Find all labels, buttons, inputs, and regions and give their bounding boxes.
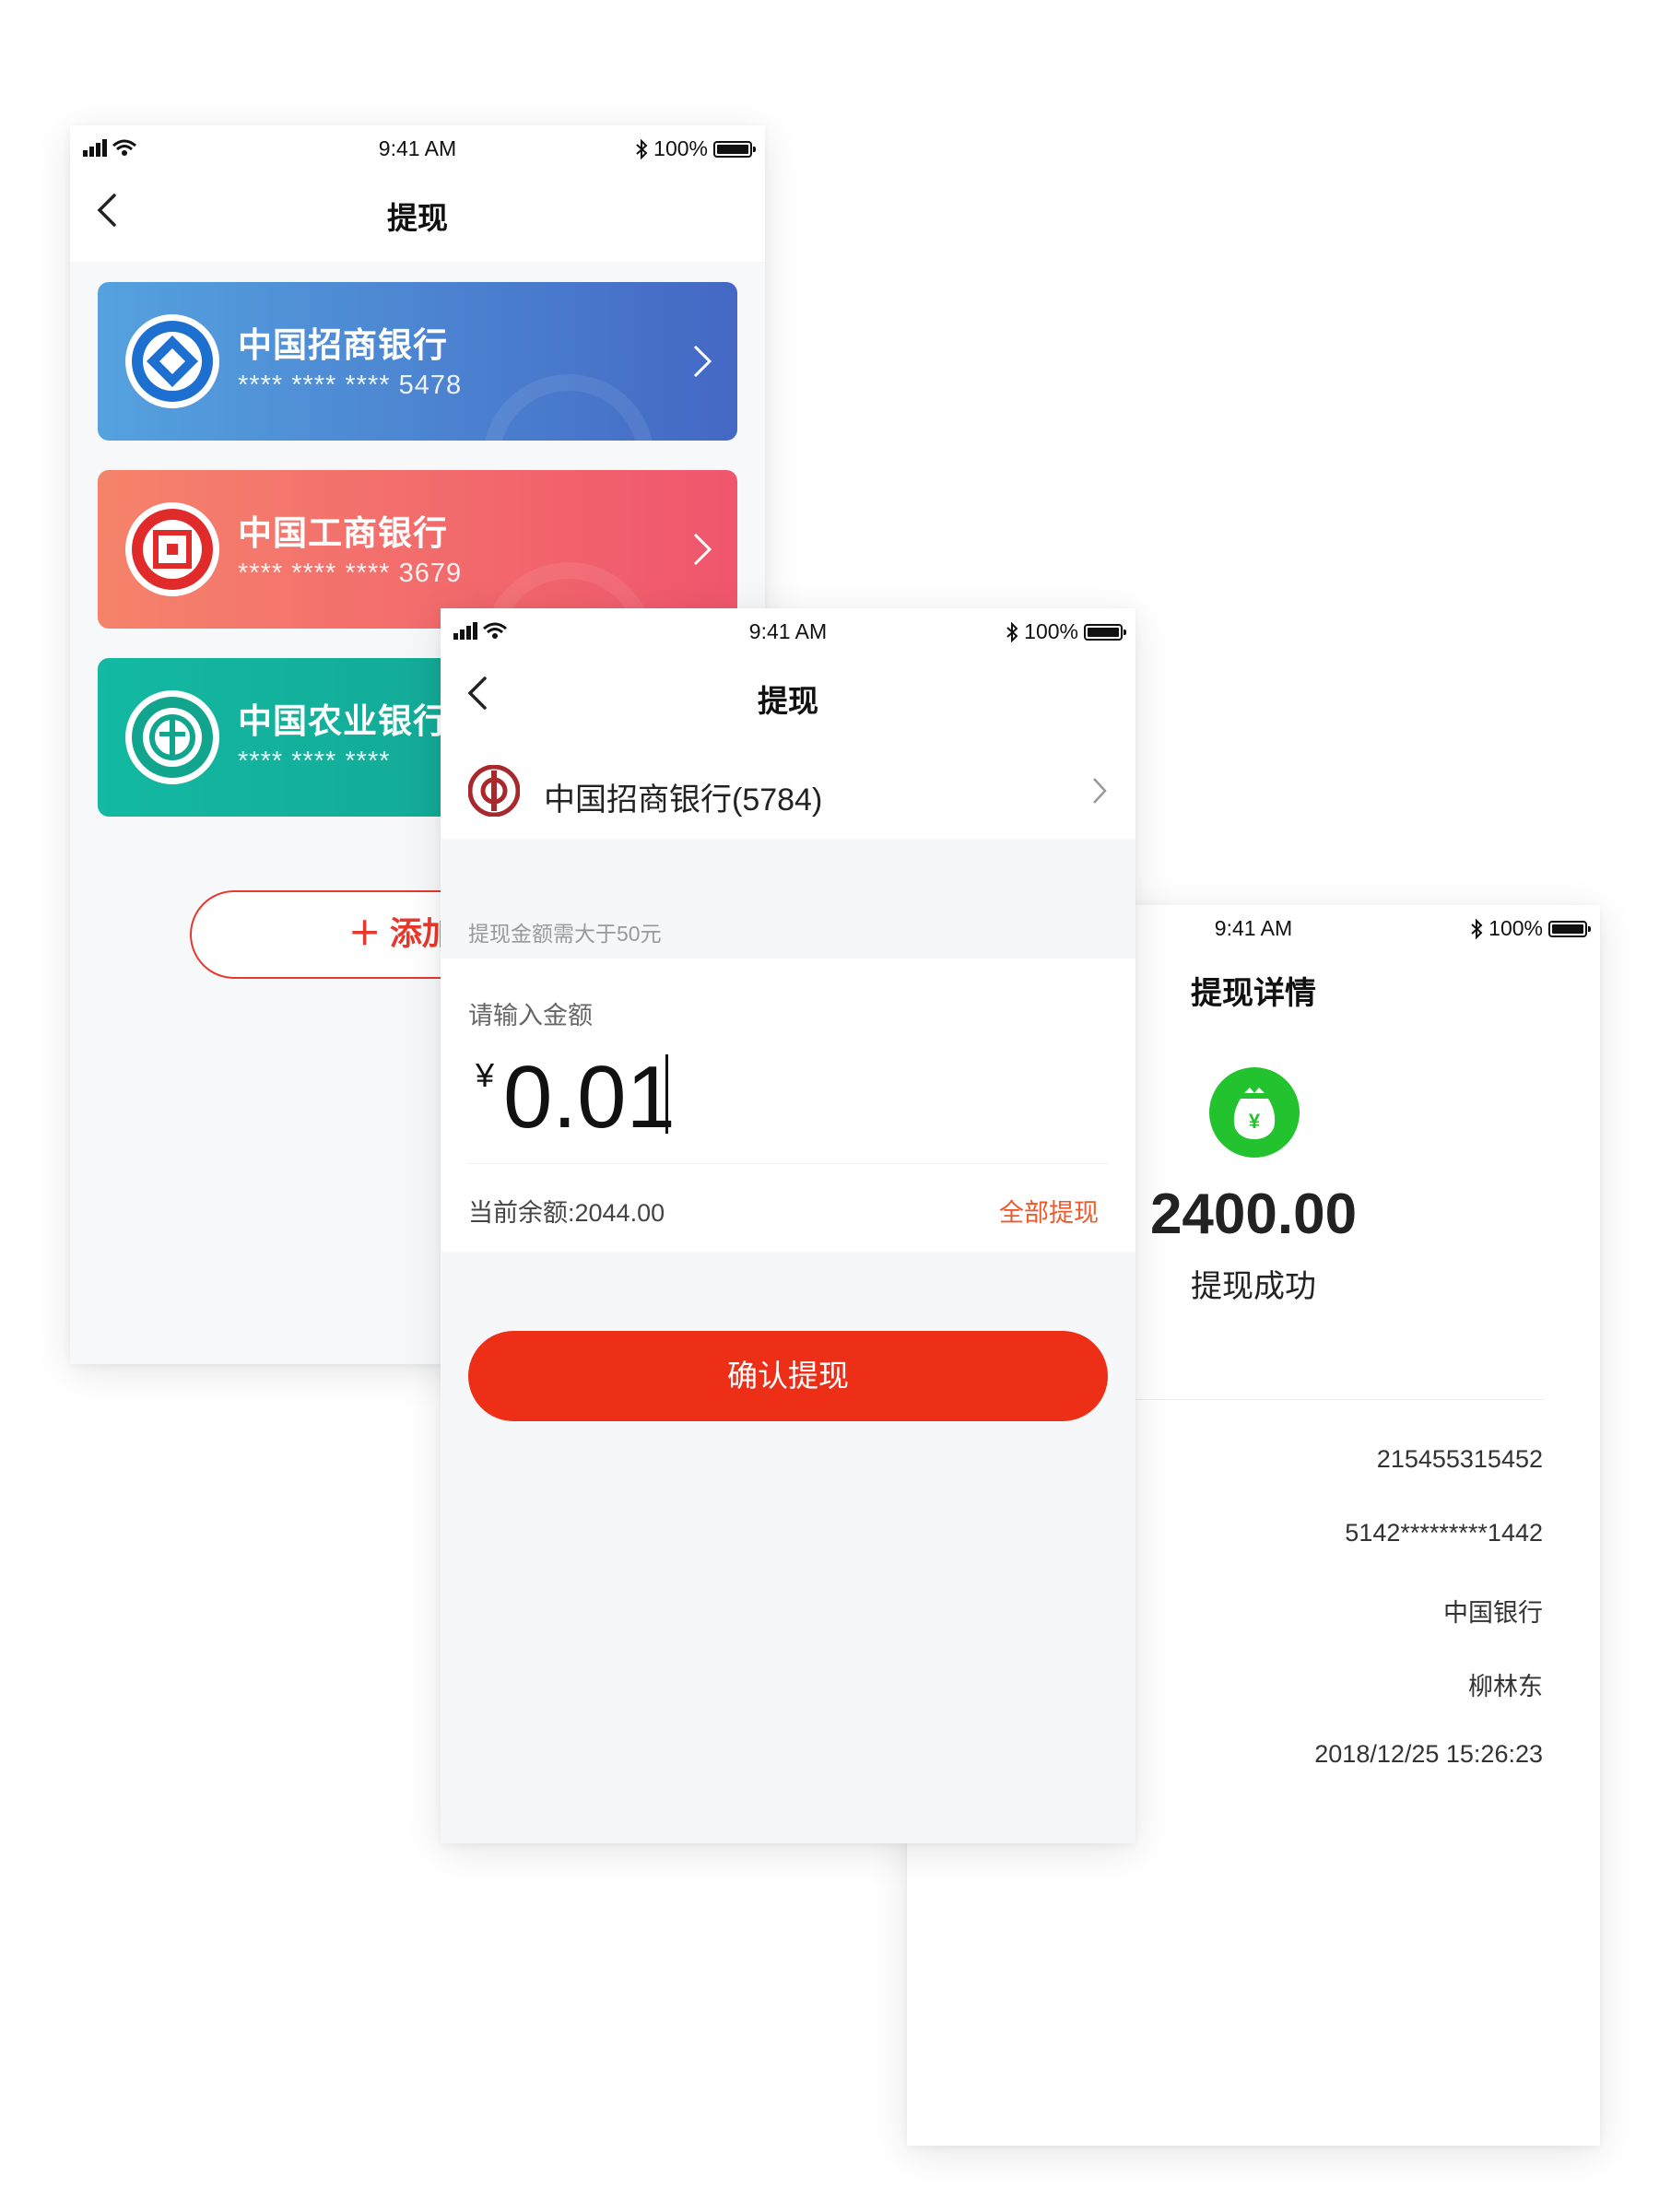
money-bag-icon: ¥ (1209, 1067, 1300, 1158)
abc-logo-icon (125, 690, 219, 784)
detail-order-number: 215455315452 (1376, 1445, 1543, 1473)
text-caret (665, 1054, 668, 1134)
cmb-logo-icon (125, 314, 219, 408)
currency-symbol: ¥ (476, 1056, 495, 1094)
battery-icon (713, 140, 756, 158)
detail-bank: 中国银行 (1443, 1599, 1543, 1627)
detail-time: 2018/12/25 15:26:23 (1314, 1740, 1543, 1768)
battery-icon (1548, 920, 1591, 937)
battery-percent: 100% (653, 136, 708, 160)
current-balance: 当前余额:2044.00 (468, 1199, 665, 1227)
confirm-withdraw-button[interactable]: 确认提现 (468, 1331, 1108, 1421)
amount-label: 请输入金额 (468, 1002, 593, 1030)
icbc-logo-icon (125, 502, 219, 596)
detail-card-number: 5142*********1442 (1345, 1519, 1543, 1547)
selected-bank-row[interactable]: 中国招商银行(5784) (441, 743, 1135, 839)
card-bank-name: 中国招商银行 (238, 326, 448, 364)
battery-icon (1084, 623, 1126, 641)
bluetooth-icon (1006, 621, 1018, 642)
nav-bar: 提现 (441, 653, 1135, 734)
chevron-right-icon (1093, 778, 1107, 804)
card-number: **** **** **** 3679 (238, 559, 463, 588)
card-number: **** **** **** 5478 (238, 371, 463, 400)
amount-input[interactable]: 0.01 (503, 1047, 676, 1148)
chevron-right-icon (693, 345, 712, 378)
card-watermark (483, 374, 654, 441)
amount-panel: 请输入金额 ¥ 0.01 当前余额:2044.00 全部提现 (441, 959, 1135, 1252)
bank-card-icbc[interactable]: 中国工商银行 **** **** **** 3679 (98, 470, 737, 629)
card-bank-name: 中国工商银行 (238, 514, 448, 552)
bank-card-cmb[interactable]: 中国招商银行 **** **** **** 5478 (98, 282, 737, 441)
status-bar: 9:41 AM 100% (70, 125, 765, 170)
battery-percent: 100% (1024, 619, 1078, 643)
selected-bank-name: 中国招商银行(5784) (544, 782, 823, 818)
svg-text:¥: ¥ (1249, 1110, 1261, 1133)
bluetooth-icon (636, 138, 648, 159)
withdraw-screen: 9:41 AM 100% 提现 中国招商银行(5784) 提现金额需大于50元 … (441, 608, 1135, 1843)
bank-logo-icon (468, 765, 520, 817)
plus-icon: ＋ (348, 916, 390, 952)
withdraw-all-link[interactable]: 全部提现 (999, 1193, 1099, 1229)
page-title: 提现 (758, 684, 818, 718)
detail-name: 柳林东 (1468, 1673, 1543, 1700)
status-bar: 9:41 AM 100% (441, 608, 1135, 653)
battery-percent: 100% (1488, 916, 1543, 940)
min-amount-hint: 提现金额需大于50元 (468, 922, 662, 946)
chevron-right-icon (693, 533, 712, 566)
divider (468, 1163, 1108, 1164)
nav-bar: 提现 (70, 170, 765, 262)
page-title: 提现 (387, 201, 448, 235)
bluetooth-icon (1471, 918, 1483, 939)
card-number: **** **** **** (238, 747, 391, 776)
card-bank-name: 中国农业银行 (238, 702, 448, 740)
